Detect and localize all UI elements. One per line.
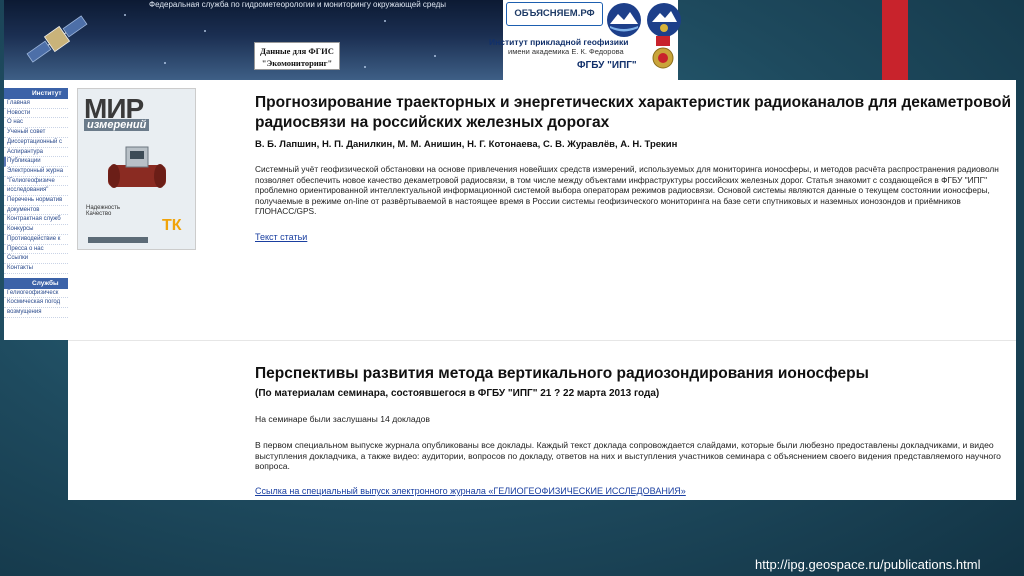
sidebar-item-contests[interactable]: Конкурсы (4, 225, 68, 235)
sidebar-item-council[interactable]: Ученый совет (4, 128, 68, 138)
sidebar-item-contract[interactable]: Контрактная служб (4, 215, 68, 226)
sidebar-section-services: Службы (4, 277, 68, 289)
sidebar-item-home[interactable]: Главная (4, 99, 68, 109)
sidebar-item-news[interactable]: Новости (4, 109, 68, 119)
sidebar-item-space-weather[interactable]: Космическая погод (4, 298, 68, 309)
sidebar-item-anticorruption[interactable]: Противодействие к (4, 235, 68, 245)
article-divider (68, 340, 1016, 341)
fgbu-label: ФГБУ "ИПГ" (577, 60, 637, 71)
cover-caption: Надежность Качество (86, 205, 120, 217)
sidebar-item-contacts[interactable]: Контакты (4, 264, 68, 274)
agency-name: Федеральная служба по гидрометеорологии … (149, 0, 447, 9)
sidebar-section-institute: Институт (4, 88, 68, 99)
article1-authors: В. Б. Лапшин, Н. П. Данилкин, М. М. Аниш… (255, 139, 678, 150)
obyasnyaem-logo-link[interactable]: ОБЪЯСНЯЕМ.РФ (506, 2, 603, 26)
article1-title: Прогнозирование траекторных и энергетиче… (255, 94, 1012, 131)
satellite-icon (26, 15, 88, 63)
sidebar-item-about[interactable]: О нас (4, 118, 68, 129)
sidebar-item-journal[interactable]: Электронный журна (4, 167, 68, 177)
sidebar-item-publications[interactable]: Публикации (4, 157, 68, 167)
sidebar-item-heliogeophysical[interactable]: Гелиогеофизическ (4, 289, 68, 299)
article2-body: В первом специальном выпуске журнала опу… (255, 440, 1001, 472)
roshydromet-logo-icon (607, 3, 641, 37)
sidebar-item-space-weather-line2[interactable]: возмущения (4, 308, 68, 318)
sidebar-item-links[interactable]: Ссылки (4, 254, 68, 264)
star-decoration (384, 20, 386, 22)
flowmeter-illustration-icon (108, 146, 166, 188)
star-decoration (204, 30, 206, 32)
fgis-ecomonitoring-link[interactable]: Данные для ФГИС "Экомониторинг" (254, 42, 340, 70)
sidebar-item-normative-line2[interactable]: документов (4, 206, 68, 216)
article1-text-link[interactable]: Текст статьи (255, 232, 307, 242)
cover-subtitle: измерений (84, 119, 150, 131)
cover-tk-logo: ТК (162, 217, 182, 234)
sidebar-item-normative[interactable]: Перечень норматив (4, 196, 68, 206)
article2-title: Перспективы развития метода вертикальног… (255, 365, 869, 382)
article1-abstract: Системный учёт геофизической обстановки … (255, 164, 999, 217)
article2-subtitle: (По материалам семинара, состоявшегося в… (255, 388, 660, 399)
page-url: http://ipg.geospace.ru/publications.html (755, 557, 981, 572)
fgis-line-2: "Экомониторинг" (261, 58, 333, 68)
star-decoration (164, 62, 166, 64)
institute-name: Институт прикладной геофизики (489, 37, 629, 47)
sidebar-item-press[interactable]: Пресса о нас (4, 245, 68, 255)
institute-subtitle: имени академика Е. К. Федорова (508, 47, 624, 56)
article2-journal-link[interactable]: Ссылка на специальный выпуск электронног… (255, 486, 686, 496)
star-decoration (434, 55, 436, 57)
cover-bottom-bar (88, 237, 148, 243)
star-decoration (124, 14, 126, 16)
order-medal-icon (652, 36, 674, 69)
journal-cover-image[interactable]: МИР измерений Надежность Качество ТК (77, 88, 196, 250)
cover-caption-line2: Качество (86, 211, 112, 217)
sidebar-nav: Институт Главная Новости О нас Ученый со… (4, 88, 68, 340)
sidebar-item-postgrad[interactable]: Аспирантура (4, 148, 68, 158)
article2-reports-count: На семинаре были заслушаны 14 докладов (255, 414, 430, 424)
sidebar-item-journal-line2[interactable]: "Гелиогеофизиче (4, 177, 68, 187)
institute-logo-icon (647, 3, 681, 37)
fgis-line-1: Данные для ФГИС (260, 46, 334, 56)
sidebar-item-journal-line3[interactable]: исследования" (4, 186, 68, 197)
sidebar-item-dissertation[interactable]: Диссертационный с (4, 138, 68, 148)
star-decoration (364, 66, 366, 68)
